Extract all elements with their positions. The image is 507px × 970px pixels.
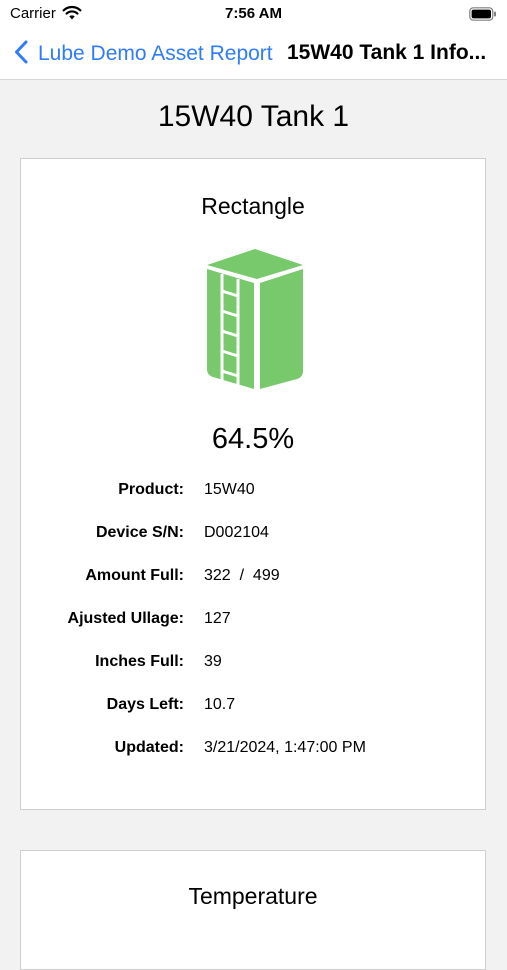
detail-row-adjusted-ullage: Ajusted Ullage: 127: [21, 610, 485, 634]
detail-value: 322 / 499: [204, 567, 280, 584]
fill-percentage: 64.5%: [211, 423, 295, 455]
detail-value: D002104: [204, 524, 269, 541]
battery-icon: [469, 7, 497, 26]
detail-label: Product:: [118, 481, 184, 498]
back-button[interactable]: Lube Demo Asset Report: [14, 40, 273, 68]
detail-value: 39: [204, 653, 222, 670]
detail-row-inches-full: Inches Full: 39: [21, 653, 485, 677]
temperature-card: Temperature: [20, 850, 486, 970]
detail-value: 10.7: [204, 696, 236, 713]
temperature-heading: Temperature: [188, 883, 318, 909]
detail-row-updated: Updated: 3/21/2024, 1:47:00 PM: [21, 739, 485, 763]
detail-label: Days Left:: [106, 696, 184, 713]
detail-row-device-sn: Device S/N: D002104: [21, 524, 485, 548]
tank-shape-heading: Rectangle: [201, 193, 305, 219]
navigation-bar: Lube Demo Asset Report 15W40 Tank 1 Info…: [0, 28, 507, 80]
detail-value: 3/21/2024, 1:47:00 PM: [204, 739, 366, 756]
nav-title: 15W40 Tank 1 Info...: [287, 41, 487, 64]
chevron-left-icon: [14, 40, 28, 69]
detail-label: Updated:: [114, 739, 184, 756]
page-title: 15W40 Tank 1: [157, 100, 350, 133]
detail-value: 15W40: [204, 481, 255, 498]
detail-label: Device S/N:: [95, 524, 184, 541]
detail-row-amount-full: Amount Full: 322 / 499: [21, 567, 485, 591]
detail-row-product: Product: 15W40: [21, 481, 485, 505]
tank-info-card: Rectangle 64.5% Product: 15W40 Device S/…: [20, 158, 486, 810]
detail-row-days-left: Days Left: 10.7: [21, 696, 485, 720]
status-time: 7:56 AM: [225, 5, 282, 22]
status-bar: Carrier 7:56 AM: [0, 0, 507, 28]
back-button-label: Lube Demo Asset Report: [38, 42, 273, 65]
detail-label: Inches Full:: [95, 653, 184, 670]
detail-value: 127: [204, 610, 231, 627]
detail-label: Amount Full:: [85, 567, 184, 584]
detail-label: Ajusted Ullage:: [67, 610, 184, 627]
rectangular-tank-icon: [205, 247, 305, 397]
